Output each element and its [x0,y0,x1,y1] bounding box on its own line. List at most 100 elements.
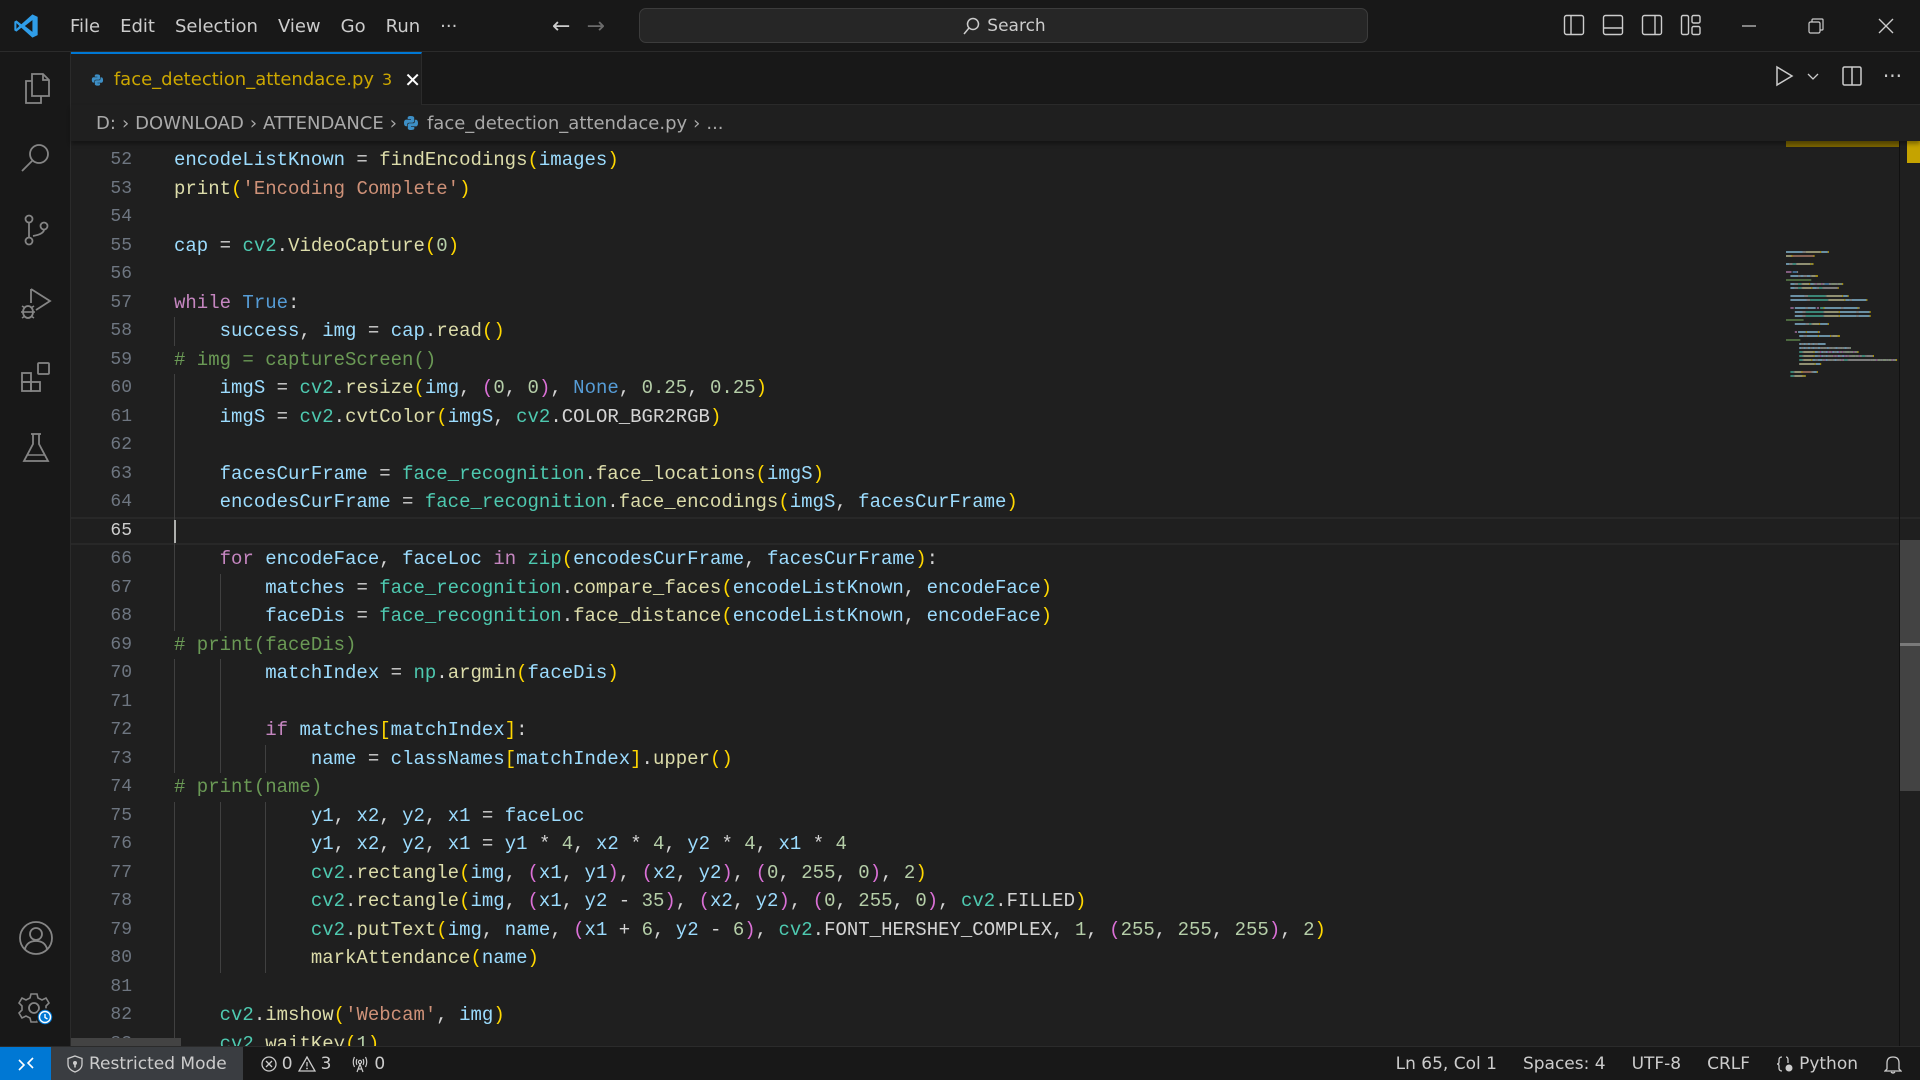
minimize-button[interactable] [1720,0,1778,52]
code-area[interactable]: encodeListKnown = findEncodings(images) p… [71,146,1920,1047]
code-line[interactable]: facesCurFrame = face_recognition.face_lo… [174,459,1774,488]
run-debug-button[interactable] [14,281,58,325]
accounts-button[interactable] [14,916,58,960]
code-token: for [219,548,254,570]
code-line[interactable]: cv2.rectangle(img, (x1, y1), (x2, y2), (… [174,858,1774,887]
code-line[interactable]: imgS = cv2.cvtColor(imgS, cv2.COLOR_BGR2… [174,402,1774,431]
manage-settings-button[interactable] [14,986,58,1030]
encoding-button[interactable]: UTF-8 [1622,1054,1698,1074]
code-token: y1 [584,861,608,884]
code-line[interactable]: while True: [174,289,1774,318]
breadcrumb-drive[interactable]: D: [96,113,116,134]
code-line[interactable]: if matches[matchIndex]: [174,716,1774,745]
code-token: x1 [538,890,562,912]
code-line[interactable]: faceDis = face_recognition.face_distance… [174,602,1774,631]
back-arrow-icon[interactable]: ← [552,14,570,39]
code-line[interactable]: y1, x2, y2, x1 = faceLoc [174,801,1774,830]
forward-arrow-icon[interactable]: → [586,14,604,39]
minimap[interactable] [1786,141,1899,1046]
toggle-panel-icon[interactable] [1602,14,1624,36]
source-control-button[interactable] [14,208,58,252]
search-view-button[interactable] [14,136,58,180]
minimap-token [1842,351,1844,353]
close-tab-icon[interactable]: ✕ [404,68,421,92]
extensions-button[interactable] [14,355,58,399]
remote-icon [17,1056,34,1071]
code-line[interactable] [174,431,1774,460]
language-mode-button[interactable]: Python [1766,1054,1874,1074]
breadcrumb-symbols[interactable]: ... [706,113,723,134]
split-editor-icon[interactable] [1841,65,1863,87]
code-editor[interactable]: 52 53 54 55 56 57 58 59 60 61 62 63 64 65 66 67 68 69 70 71… [71,141,1920,1046]
restore-button[interactable] [1787,0,1845,52]
remote-indicator-button[interactable] [0,1046,51,1080]
run-python-file-icon[interactable] [1773,65,1795,87]
menu-go[interactable]: Go [331,16,376,37]
code-line[interactable] [174,203,1774,232]
indent-guide [219,944,221,973]
toggle-primary-sidebar-icon[interactable] [1563,14,1585,36]
tab-face-detection-attendace[interactable]: face_detection_attendace.py 3 ✕ [71,52,422,105]
menu-run[interactable]: Run [376,16,431,37]
code-line[interactable]: for encodeFace, faceLoc in zip(encodesCu… [174,545,1774,574]
code-line[interactable]: # print(faceDis) [174,631,1774,660]
code-line[interactable]: encodesCurFrame = face_recognition.face_… [174,488,1774,517]
horizontal-scrollbar-thumb[interactable] [71,1038,181,1046]
code-line[interactable] [174,687,1774,716]
minimap-token [1823,355,1826,357]
menu-edit[interactable]: Edit [110,16,165,37]
explorer-button[interactable] [14,66,58,110]
code-line[interactable]: print('Encoding Complete') [174,175,1774,204]
minimap-token [1786,251,1803,253]
vertical-scrollbar[interactable] [1899,141,1920,1046]
cursor-position-button[interactable]: Ln 65, Col 1 [1386,1054,1513,1074]
notifications-button[interactable] [1874,1054,1920,1074]
command-center-search[interactable]: Search [639,8,1368,43]
code-line[interactable]: # img = captureScreen() [174,346,1774,375]
problems-button[interactable]: 0 3 [251,1054,342,1074]
code-token: face_recognition [379,576,562,599]
code-token: imshow [265,1004,334,1026]
code-line[interactable]: cv2.putText(img, name, (x1 + 6, y2 - 6),… [174,915,1774,944]
run-dropdown-chevron-icon[interactable] [1807,70,1819,82]
code-line[interactable]: cv2.imshow('Webcam', img) [174,1001,1774,1030]
breadcrumb-attendance[interactable]: ATTENDANCE [263,113,384,134]
toggle-secondary-sidebar-icon[interactable] [1641,14,1663,36]
code-line[interactable]: cv2.waitKey(1) [174,1029,1774,1047]
code-token: 4 [835,833,847,855]
code-line[interactable] [174,260,1774,289]
minimap-token [1802,315,1806,317]
code-line[interactable]: name = classNames[matchIndex].upper() [174,744,1774,773]
restricted-mode-button[interactable]: Restricted Mode [51,1046,243,1080]
code-line[interactable]: imgS = cv2.resize(img, (0, 0), None, 0.2… [174,374,1774,403]
code-line[interactable]: markAttendance(name) [174,944,1774,973]
ports-button[interactable]: 0 [341,1054,395,1074]
menu-view[interactable]: View [268,16,331,37]
code-line[interactable]: matches = face_recognition.compare_faces… [174,573,1774,602]
editor-more-actions-icon[interactable]: ··· [1883,64,1902,88]
vertical-scrollbar-thumb[interactable] [1900,540,1920,791]
breadcrumb-file[interactable]: face_detection_attendace.py [427,113,687,134]
code-line[interactable]: matchIndex = np.argmin(faceDis) [174,659,1774,688]
menu-selection[interactable]: Selection [165,16,268,37]
line-number: 81 [110,976,132,997]
code-line[interactable]: # print(name) [174,773,1774,802]
line-ending-button[interactable]: CRLF [1697,1054,1766,1074]
code-line[interactable] [71,516,1920,545]
code-line[interactable]: y1, x2, y2, x1 = y1 * 4, x2 * 4, y2 * 4,… [174,830,1774,859]
customize-layout-icon[interactable] [1680,14,1702,36]
run-debug-icon [21,288,52,319]
menu-file[interactable]: File [60,16,110,37]
breadcrumb-download[interactable]: DOWNLOAD [135,113,244,134]
code-line[interactable]: encodeListKnown = findEncodings(images) [174,146,1774,175]
code-token: waitKey [265,1032,346,1047]
code-line[interactable]: cv2.rectangle(img, (x1, y2 - 35), (x2, y… [174,887,1774,916]
menu-more[interactable]: ··· [430,16,467,37]
code-line[interactable]: cap = cv2.VideoCapture(0) [174,232,1774,261]
code-line[interactable]: success, img = cap.read() [174,317,1774,346]
testing-button[interactable] [14,426,58,470]
indentation-button[interactable]: Spaces: 4 [1513,1054,1622,1074]
close-window-button[interactable] [1857,0,1915,52]
code-token: ) [812,462,824,485]
code-line[interactable] [174,972,1774,1001]
